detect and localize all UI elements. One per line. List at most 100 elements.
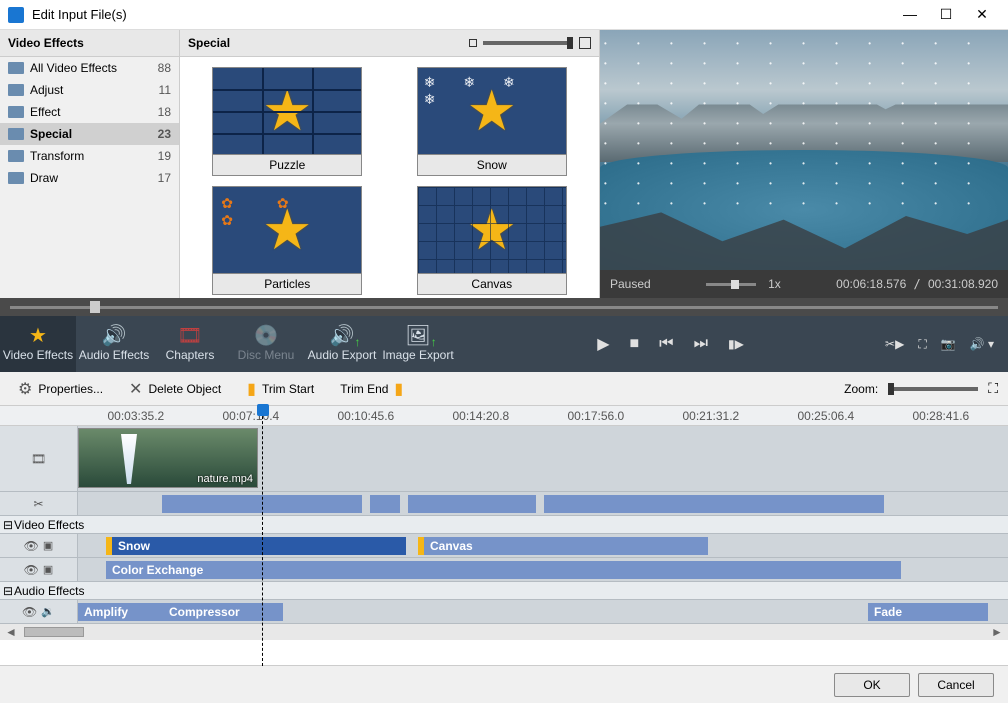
effect-thumb: ★ — [417, 67, 567, 155]
segment[interactable] — [370, 495, 400, 513]
effects-panel: Special ★ Puzzle★ Snow★ Particles★ Canva… — [180, 30, 600, 298]
collapse-icon[interactable]: ⊟ — [2, 584, 14, 598]
folder-icon — [8, 84, 24, 96]
properties-button[interactable]: ⚙Properties... — [10, 375, 111, 403]
effect-thumb: ★ — [417, 186, 567, 274]
ruler-tick: 00:14:20.8 — [453, 409, 510, 423]
sidebar-item-all-video-effects[interactable]: All Video Effects 88 — [0, 57, 179, 79]
volume-icon[interactable]: 🔊 ▾ — [970, 337, 994, 351]
speed-slider[interactable] — [706, 283, 756, 286]
delete-object-button[interactable]: ✕Delete Object — [121, 375, 229, 403]
preview-video[interactable]: • • • • • • • • • • • •• • • • • • • • •… — [600, 30, 1008, 270]
scrub-thumb[interactable] — [90, 301, 100, 313]
current-time: 00:06:18.576 — [836, 277, 906, 291]
trim-start-button[interactable]: ▮Trim Start — [239, 375, 322, 403]
video-clip[interactable]: nature.mp4 — [78, 428, 258, 488]
folder-icon — [8, 62, 24, 74]
folder-icon — [8, 150, 24, 162]
timeline-toolbar: ⚙Properties... ✕Delete Object ▮Trim Star… — [0, 372, 1008, 406]
trim-end-button[interactable]: Trim End▮ — [332, 375, 411, 403]
ruler-tick: 00:28:41.6 — [913, 409, 970, 423]
trim-start-icon: ▮ — [247, 379, 256, 399]
next-button[interactable]: ⏭ — [694, 335, 708, 353]
effect-clip-color-exchange[interactable]: Color Exchange — [106, 561, 901, 579]
fullscreen-icon[interactable]: ⛶ — [918, 337, 926, 352]
collapse-icon[interactable]: ⊟ — [2, 518, 14, 532]
eye-icon[interactable]: 👁 — [22, 605, 37, 619]
eye-icon[interactable]: 👁 — [24, 539, 39, 553]
tab-audio-export[interactable]: 🔊↑Audio Export — [304, 316, 380, 372]
timeline-ruler[interactable]: 00:03:35.200:07:10.400:10:45.600:14:20.8… — [0, 406, 1008, 426]
zoom-slider[interactable] — [888, 387, 978, 391]
image-export-icon: 🖼↑ — [405, 326, 430, 346]
ruler-tick: 00:07:10.4 — [223, 409, 280, 423]
effect-label: Puzzle — [212, 155, 362, 176]
timeline-scrollbar[interactable]: ◄ ► — [0, 624, 1008, 640]
ruler-tick: 00:17:56.0 — [568, 409, 625, 423]
effect-particles[interactable]: ★ Particles — [190, 186, 385, 295]
cut-tool-icon[interactable]: ✂▶ — [885, 337, 904, 351]
effect-canvas[interactable]: ★ Canvas — [395, 186, 590, 295]
effect-label: Snow — [417, 155, 567, 176]
segment[interactable] — [544, 495, 884, 513]
thumb-size-slider[interactable] — [483, 41, 573, 45]
sidebar-item-special[interactable]: Special 23 — [0, 123, 179, 145]
eye-icon[interactable]: 👁 — [24, 563, 39, 577]
tab-chapters[interactable]: 🎞Chapters — [152, 316, 228, 372]
tab-video-effects[interactable]: ★Video Effects — [0, 316, 76, 372]
minimize-button[interactable]: — — [902, 6, 918, 23]
effect-clip-canvas[interactable]: Canvas — [418, 537, 708, 555]
loop-button[interactable]: ▮▶ — [728, 337, 744, 351]
trim-end-icon: ▮ — [394, 379, 403, 399]
effect-thumb: ★ — [212, 67, 362, 155]
maximize-button[interactable]: ☐ — [938, 6, 954, 23]
scroll-right-icon[interactable]: ► — [990, 625, 1004, 639]
speaker-small-icon: 🔉 — [41, 605, 55, 618]
film-icon: 🎞 — [177, 326, 202, 346]
playback-speed: 1x — [768, 277, 781, 291]
prev-button[interactable]: ⏮ — [659, 335, 673, 353]
clip-filename: nature.mp4 — [197, 473, 253, 485]
effect-clip-amplify[interactable]: Amplify — [78, 603, 163, 621]
cancel-button[interactable]: Cancel — [918, 673, 994, 697]
video-effects-group[interactable]: ⊟Video Effects — [0, 516, 1008, 534]
scrollbar-thumb[interactable] — [24, 627, 84, 637]
effect-puzzle[interactable]: ★ Puzzle — [190, 67, 385, 176]
sidebar-item-transform[interactable]: Transform 19 — [0, 145, 179, 167]
zoom-fit-icon[interactable]: ⛶ — [988, 380, 998, 397]
playback-status: Paused — [610, 277, 651, 291]
ruler-tick: 00:21:31.2 — [683, 409, 740, 423]
sidebar-item-adjust[interactable]: Adjust 11 — [0, 79, 179, 101]
folder-icon — [8, 128, 24, 140]
ok-button[interactable]: OK — [834, 673, 910, 697]
sidebar-item-effect[interactable]: Effect 18 — [0, 101, 179, 123]
vfx-track-2: 👁▣ Color Exchange — [0, 558, 1008, 582]
thumb-size-large-icon — [579, 37, 591, 49]
play-button[interactable]: ▶ — [597, 334, 609, 354]
audio-export-icon: 🔊↑ — [330, 326, 355, 346]
tab-audio-effects[interactable]: 🔊Audio Effects — [76, 316, 152, 372]
app-icon — [8, 7, 24, 23]
folder-icon — [8, 172, 24, 184]
total-time: 00:31:08.920 — [928, 277, 998, 291]
close-button[interactable]: ✕ — [974, 6, 990, 23]
effect-clip-snow[interactable]: Snow — [106, 537, 406, 555]
effect-snow[interactable]: ★ Snow — [395, 67, 590, 176]
snapshot-icon[interactable]: 📷 — [941, 337, 956, 351]
scrub-bar[interactable] — [0, 298, 1008, 316]
sidebar-item-draw[interactable]: Draw 17 — [0, 167, 179, 189]
effect-clip-fade[interactable]: Fade — [868, 603, 988, 621]
scroll-left-icon[interactable]: ◄ — [4, 625, 18, 639]
speaker-icon: 🔊 — [102, 326, 127, 346]
audio-effects-group[interactable]: ⊟Audio Effects — [0, 582, 1008, 600]
segment[interactable] — [408, 495, 536, 513]
cut-track: ✂ — [0, 492, 1008, 516]
gear-icon: ⚙ — [18, 379, 32, 399]
star-icon: ▣ — [43, 539, 53, 552]
effects-panel-header: Special — [188, 36, 469, 50]
segment[interactable] — [162, 495, 362, 513]
stop-button[interactable]: ■ — [630, 335, 640, 353]
thumb-size-small-icon — [469, 39, 477, 47]
effect-clip-compressor[interactable]: Compressor — [163, 603, 283, 621]
tab-image-export[interactable]: 🖼↑Image Export — [380, 316, 456, 372]
